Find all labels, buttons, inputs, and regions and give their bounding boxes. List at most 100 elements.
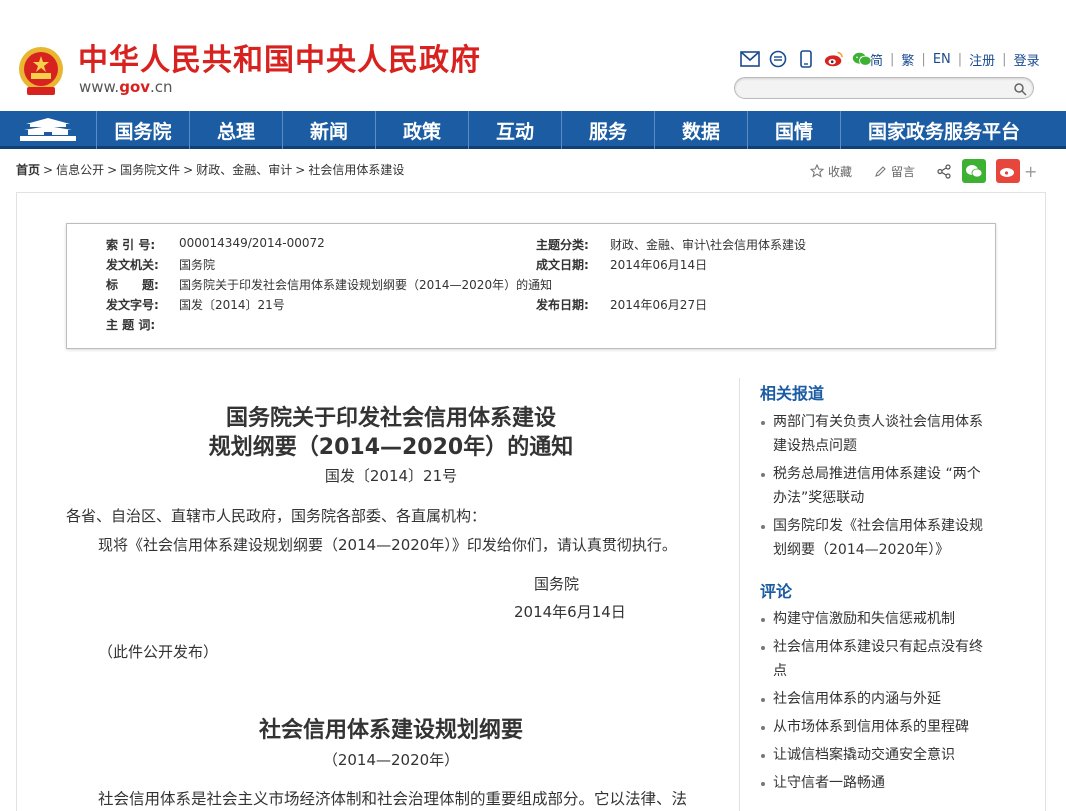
nav-home-tiananmen-icon[interactable] [0,111,97,149]
social-icons [740,49,872,69]
meta-keywords-label: 主 题 词: [106,318,156,332]
meta-title-value: 国务院关于印发社会信用体系建设规划纲要（2014—2020年）的通知 [179,278,553,292]
meta-issuer-value: 国务院 [179,258,216,272]
search-input[interactable] [745,79,1015,99]
link-separator: | [890,52,895,67]
related-report-item[interactable]: 税务总局推进信用体系建设 “两个 办法”奖惩联动 [760,462,1000,510]
review-item[interactable]: 社会信用体系建设只有起点没有终点 [760,635,1000,683]
review-item[interactable]: 构建守信激励和失信惩戒机制 [760,607,1000,631]
share-icon [937,163,951,179]
reviews-list: 构建守信激励和失信惩戒机制 社会信用体系建设只有起点没有终点 社会信用体系的内涵… [760,607,1000,795]
comment-button[interactable]: 留言 [874,163,915,180]
share-wechat-icon[interactable] [962,159,987,183]
meta-published-value: 2014年06月27日 [610,298,708,312]
related-report-text: 建设热点问题 [773,438,857,454]
pencil-icon [875,165,886,177]
mail-icon[interactable] [740,50,760,68]
article-doc-number: 国发〔2014〕21号 [324,467,458,485]
nav-item-data[interactable]: 数据 [655,111,748,149]
nav-item-interaction[interactable]: 互动 [469,111,562,149]
national-emblem-icon[interactable] [17,45,65,97]
breadcrumb: 首页 > 信息公开 > 国务院文件 > 财政、金融、审计 > 社会信用体系建设 [16,162,404,178]
review-text: 点 [773,663,787,679]
review-text: 从市场体系到信用体系的里程碑 [773,719,969,735]
review-item[interactable]: 社会信用体系的内涵与外延 [760,687,1000,711]
outline-body-line: 社会信用体系是社会主义市场经济体制和社会治理体制的重要组成部分。它以法律、法 [98,790,688,808]
review-text: 构建守信激励和失信惩戒机制 [773,611,955,627]
link-simplified[interactable]: 简 [870,50,883,69]
document-meta-table: 索 引 号: 000014349/2014-00072 主题分类: 财政、金融、… [66,223,996,349]
page-tools: 收藏 留言 + [810,159,1037,183]
review-text: 社会信用体系建设只有起点没有终 [773,639,983,655]
nav-item-services[interactable]: 服务 [562,111,655,149]
message-icon[interactable] [768,50,788,68]
mobile-icon[interactable] [796,50,816,68]
review-item[interactable]: 从市场体系到信用体系的里程碑 [760,715,1000,739]
article-title-line2: 规划纲要（2014—2020年）的通知 [208,435,574,460]
meta-docno-label: 发文字号: [106,298,159,312]
link-separator: | [957,52,963,67]
breadcrumb-finance[interactable]: 财政、金融、审计 [196,163,292,177]
link-register[interactable]: 注册 [969,50,995,69]
outline-title: 社会信用体系建设规划纲要 [258,718,523,743]
nav-item-national-conditions[interactable]: 国情 [748,111,841,149]
review-item[interactable]: 让守信者一路畅通 [760,771,1000,795]
link-separator: | [921,52,926,67]
nav-item-news[interactable]: 新闻 [283,111,376,149]
article-signer: 国务院 [534,575,580,593]
url-gov: gov [119,78,151,96]
share-weibo-icon[interactable] [996,159,1021,183]
nav-item-state-council[interactable]: 国务院 [97,111,190,149]
column-divider [739,378,740,811]
related-reports-list: 两部门有关负责人谈社会信用体系 建设热点问题 税务总局推进信用体系建设 “两个 办法… [760,410,1000,562]
breadcrumb-separator: > [295,163,306,177]
breadcrumb-credit-system[interactable]: 社会信用体系建设 [308,163,404,177]
nav-item-policy[interactable]: 政策 [376,111,469,149]
related-report-item[interactable]: 国务院印发《社会信用体系建设规 划纲要（2014—2020年）》 [760,514,1000,562]
share-button[interactable] [937,163,952,179]
breadcrumb-separator: > [183,163,194,177]
wechat-icon[interactable] [852,50,872,68]
breadcrumb-home[interactable]: 首页 [16,163,40,177]
collect-button[interactable]: 收藏 [810,163,852,180]
meta-category-label: 主题分类: [536,238,589,252]
url-cn: .cn [150,78,173,96]
outline-years: （2014—2020年） [322,751,460,769]
meta-published-label: 发布日期: [536,298,589,312]
meta-index-label: 索 引 号: [106,238,156,252]
link-english[interactable]: EN [933,52,951,67]
article-public-note: （此件公开发布） [98,643,219,661]
link-traditional[interactable]: 繁 [901,50,914,69]
breadcrumb-info-disclosure[interactable]: 信息公开 [56,163,104,177]
collect-label: 收藏 [828,164,853,179]
article-title-line1: 国务院关于印发社会信用体系建设 [225,406,556,431]
meta-docno-value: 国发〔2014〕21号 [179,298,285,312]
review-text: 社会信用体系的内涵与外延 [773,691,941,707]
nav-item-premier[interactable]: 总理 [190,111,283,149]
search-box [734,77,1034,99]
comment-label: 留言 [891,164,916,179]
search-icon[interactable] [1013,81,1027,96]
weibo-icon[interactable] [824,50,844,68]
meta-title-label: 标 题: [106,278,159,292]
site-title[interactable]: 中华人民共和国中央人民政府 [78,42,481,80]
related-report-item[interactable]: 两部门有关负责人谈社会信用体系 建设热点问题 [760,410,1000,458]
url-www: www. [79,78,120,96]
nav-item-gov-service-platform[interactable]: 国家政务服务平台 [841,111,1047,149]
related-report-text: 划纲要（2014—2020年）》 [773,542,950,558]
review-item[interactable]: 让诚信档案撬动交通安全意识 [760,743,1000,767]
breadcrumb-separator: > [107,163,118,177]
related-report-text: 国务院印发《社会信用体系建设规 [773,518,983,534]
article-date: 2014年6月14日 [514,603,626,621]
share-more-icon[interactable]: + [1024,162,1037,181]
meta-created-label: 成文日期: [536,258,589,272]
sidebar: 相关报道 两部门有关负责人谈社会信用体系 建设热点问题 税务总局推进信用体系建设 … [760,382,1000,795]
review-text: 让诚信档案撬动交通安全意识 [773,747,955,763]
link-login[interactable]: 登录 [1014,50,1040,69]
review-text: 让守信者一路畅通 [773,775,885,791]
breadcrumb-council-docs[interactable]: 国务院文件 [120,163,180,177]
reviews-heading: 评论 [760,582,793,601]
site-url: www.gov.cn [79,78,173,96]
top-links: 简 | 繁 | EN | 注册 | 登录 [870,50,1040,69]
related-reports-heading: 相关报道 [760,384,825,403]
